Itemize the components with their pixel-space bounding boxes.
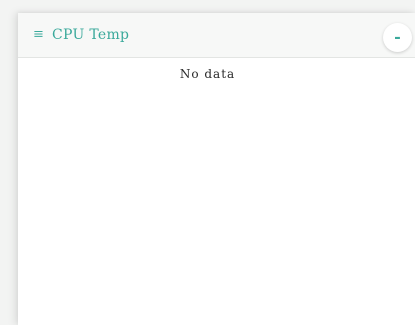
no-data-message: No data	[179, 67, 236, 81]
widget-body: No data	[18, 58, 415, 325]
widget-title: CPU Temp	[52, 27, 130, 43]
cpu-temp-widget: ≡ CPU Temp - No data	[18, 13, 415, 325]
menu-icon[interactable]: ≡	[33, 25, 44, 45]
collapse-button[interactable]: -	[383, 23, 412, 52]
widget-header: ≡ CPU Temp -	[18, 13, 415, 58]
